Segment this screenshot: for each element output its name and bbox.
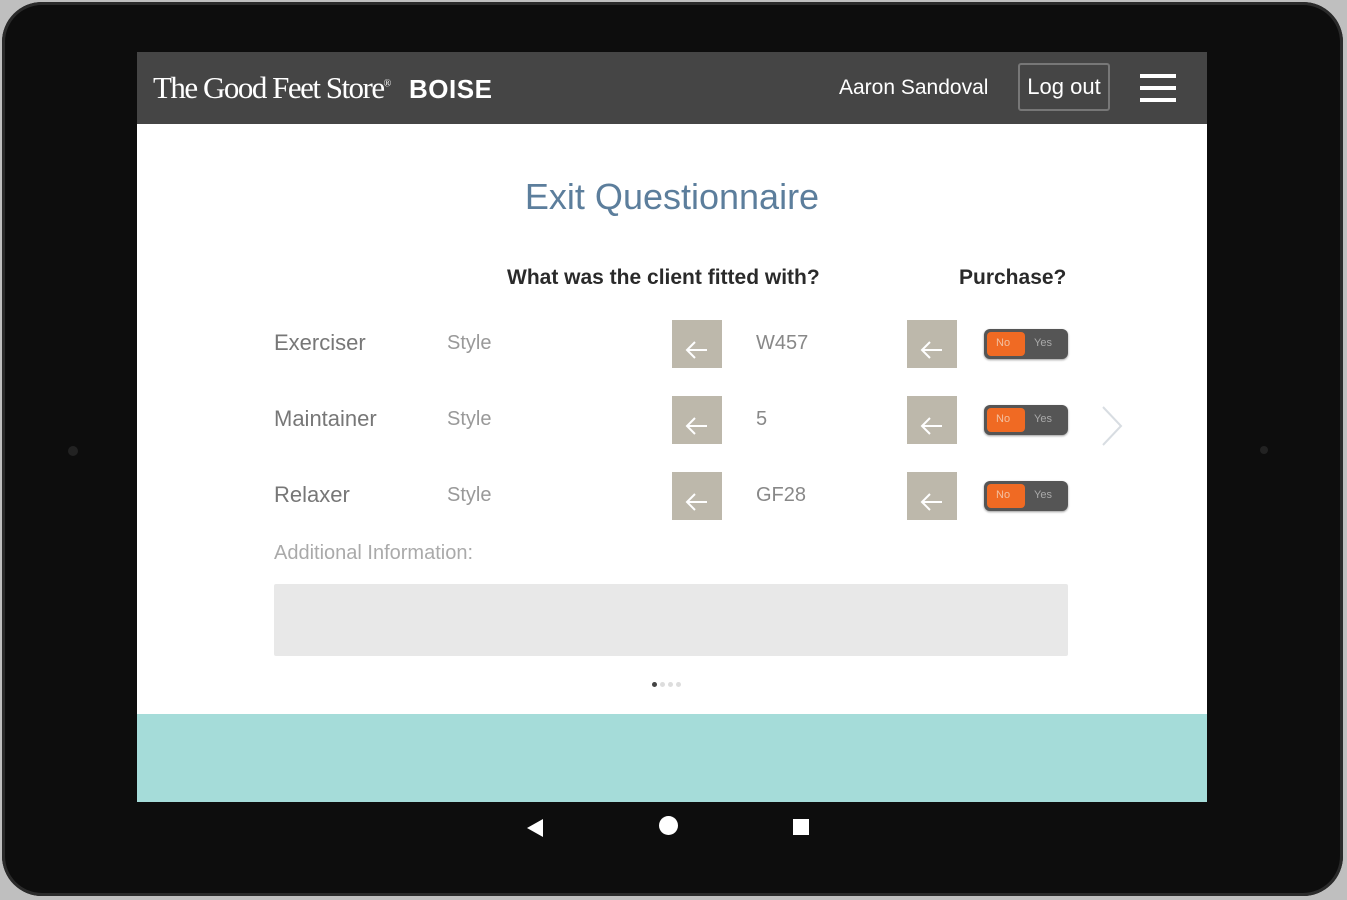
toggle-yes-label: Yes xyxy=(1034,489,1052,501)
brand-logo: The Good Feet Store® xyxy=(153,70,391,105)
page-dot-3[interactable] xyxy=(668,682,673,687)
app-screen: The Good Feet Store® BOISE Aaron Sandova… xyxy=(137,52,1207,802)
chevron-right-icon[interactable] xyxy=(1100,404,1124,448)
triangle-back-icon[interactable] xyxy=(526,818,544,838)
arrow-left-icon xyxy=(920,341,942,359)
style-value: GF28 xyxy=(756,484,807,506)
tablet-sensor-left xyxy=(68,446,78,456)
toggle-no-label: No xyxy=(996,489,1011,501)
fitted-column-header: What was the client fitted with? xyxy=(507,266,820,289)
page-dot-4[interactable] xyxy=(676,682,681,687)
style-label: Style xyxy=(447,408,492,430)
arrow-left-icon xyxy=(920,417,942,435)
additional-info-label: Additional Information: xyxy=(274,542,474,564)
arrow-left-icon xyxy=(685,493,707,511)
style-value: 5 xyxy=(756,408,768,430)
toggle-no-label: No xyxy=(996,413,1011,425)
purchase-toggle[interactable]: No Yes xyxy=(984,481,1068,511)
product-row-exerciser: Exerciser Style W457 No Yes xyxy=(137,320,1207,370)
value-arrow-button[interactable] xyxy=(907,396,957,444)
user-name: Aaron Sandoval xyxy=(839,76,989,99)
purchase-toggle[interactable]: No Yes xyxy=(984,329,1068,359)
style-value: W457 xyxy=(756,332,809,354)
logout-button[interactable]: Log out xyxy=(1018,63,1110,111)
additional-info-input[interactable] xyxy=(274,584,1068,656)
android-nav-bar xyxy=(2,802,1343,852)
product-label: Relaxer xyxy=(274,482,350,507)
hamburger-menu-icon[interactable] xyxy=(1140,74,1176,102)
value-arrow-button[interactable] xyxy=(907,320,957,368)
product-row-relaxer: Relaxer Style GF28 No Yes xyxy=(137,472,1207,522)
style-arrow-button[interactable] xyxy=(672,320,722,368)
tablet-frame: The Good Feet Store® BOISE Aaron Sandova… xyxy=(2,2,1343,896)
product-label: Exerciser xyxy=(274,330,366,355)
page-dot-1[interactable] xyxy=(652,682,657,687)
top-bar: The Good Feet Store® BOISE Aaron Sandova… xyxy=(137,52,1207,124)
circle-home-icon[interactable] xyxy=(659,816,678,835)
style-label: Style xyxy=(447,484,492,506)
store-city: BOISE xyxy=(409,74,493,104)
page-dot-2[interactable] xyxy=(660,682,665,687)
purchase-column-header: Purchase? xyxy=(959,266,1067,289)
arrow-left-icon xyxy=(920,493,942,511)
product-row-maintainer: Maintainer Style 5 No Yes xyxy=(137,396,1207,446)
value-arrow-button[interactable] xyxy=(907,472,957,520)
style-arrow-button[interactable] xyxy=(672,472,722,520)
toggle-no-label: No xyxy=(996,337,1011,349)
tablet-sensor-right xyxy=(1260,446,1268,454)
toggle-yes-label: Yes xyxy=(1034,413,1052,425)
toggle-yes-label: Yes xyxy=(1034,337,1052,349)
product-label: Maintainer xyxy=(274,406,377,431)
square-recent-icon[interactable] xyxy=(793,819,809,835)
page-indicator xyxy=(652,682,684,688)
style-arrow-button[interactable] xyxy=(672,396,722,444)
footer-band xyxy=(137,714,1207,802)
page-title: Exit Questionnaire xyxy=(524,176,820,217)
arrow-left-icon xyxy=(685,417,707,435)
style-label: Style xyxy=(447,332,492,354)
purchase-toggle[interactable]: No Yes xyxy=(984,405,1068,435)
arrow-left-icon xyxy=(685,341,707,359)
